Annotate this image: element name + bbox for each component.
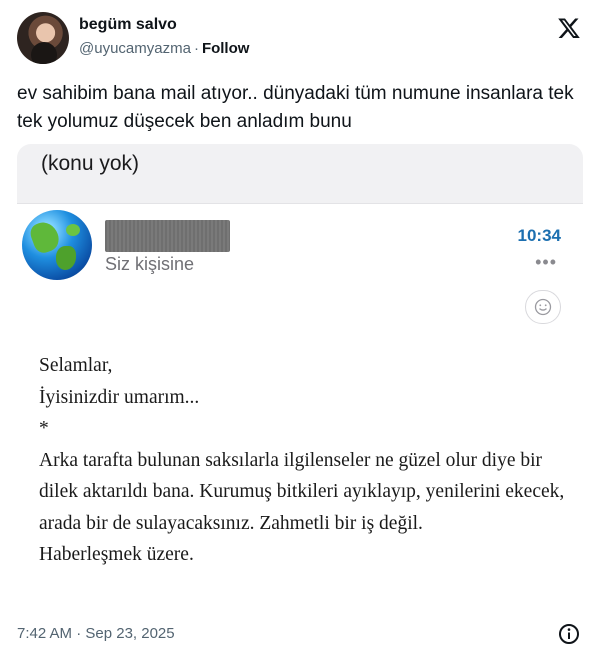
author-handle[interactable]: @uyucamyazma — [79, 40, 191, 57]
author-handle-line: @uyucamyazma · Follow — [79, 40, 249, 57]
follow-button[interactable]: Follow — [202, 40, 250, 57]
email-time: 10:34 — [517, 226, 561, 245]
more-options-icon[interactable]: ••• — [535, 252, 557, 273]
smiley-icon[interactable] — [525, 290, 561, 324]
email-screenshot[interactable]: (konu yok) Siz kişisine 10:34 ••• Selaml… — [17, 144, 583, 620]
email-subject-bar: (konu yok) — [17, 144, 583, 204]
email-paragraph: Arka tarafta bulunan saksılarla ilgilens… — [39, 449, 565, 534]
tweet-timestamp[interactable]: 7:42 AM · Sep 23, 2025 — [17, 625, 175, 642]
email-greeting: Selamlar, — [39, 355, 113, 376]
email-body: Selamlar, İyisinizdir umarım... * Arka t… — [39, 350, 579, 571]
author-name[interactable]: begüm salvo — [79, 16, 177, 34]
x-logo-icon[interactable] — [557, 16, 581, 40]
email-recipient: Siz kişisine — [105, 254, 195, 274]
tweet-text: ev sahibim bana mail atıyor.. dünyadaki … — [17, 83, 574, 132]
author-avatar[interactable] — [17, 12, 69, 64]
email-signoff: Haberleşmek üzere. — [39, 544, 194, 565]
email-asterisk: * — [39, 418, 49, 439]
info-icon[interactable] — [558, 623, 580, 645]
redacted-sender-name — [105, 220, 230, 252]
handle-separator: · — [193, 40, 199, 57]
email-line: İyisinizdir umarım... — [39, 386, 200, 408]
globe-icon — [22, 210, 92, 280]
email-subject: (konu yok) — [41, 152, 140, 175]
tweet-header: begüm salvo @uyucamyazma · Follow — [17, 12, 587, 68]
